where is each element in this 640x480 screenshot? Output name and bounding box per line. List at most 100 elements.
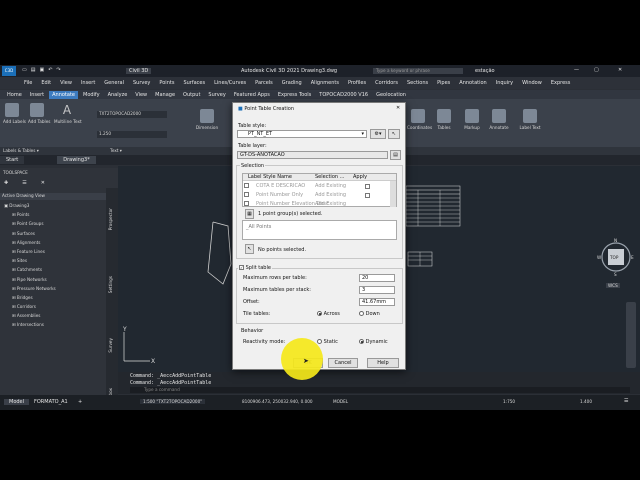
row-apply-checkbox[interactable] xyxy=(365,193,370,198)
text-panel[interactable]: Text ▾ xyxy=(110,148,122,153)
tab-modify[interactable]: Modify xyxy=(80,91,103,99)
redo-icon[interactable]: ↷ xyxy=(56,67,60,73)
menu-inquiry[interactable]: Inquiry xyxy=(496,80,513,86)
menu-sections[interactable]: Sections xyxy=(407,80,428,86)
select-point-groups-button[interactable]: ▦ xyxy=(245,209,254,219)
col-apply[interactable]: Apply xyxy=(353,174,367,180)
markup-button[interactable]: Markup xyxy=(461,109,483,130)
viewcube-south[interactable]: S xyxy=(614,272,617,277)
annotation-scale[interactable]: 1:750 xyxy=(503,399,515,404)
tab-home[interactable]: Home xyxy=(4,91,25,99)
tab-featured-apps[interactable]: Featured Apps xyxy=(231,91,273,99)
menu-view[interactable]: View xyxy=(60,80,72,86)
table-scrollbar[interactable] xyxy=(390,181,396,207)
tab-view[interactable]: View xyxy=(132,91,150,99)
viewcube-west[interactable]: W xyxy=(597,255,601,260)
annotate-button[interactable]: Annotate xyxy=(487,109,511,130)
row-expand-icon[interactable] xyxy=(244,183,249,188)
tree-item[interactable]: ⊞ Sites xyxy=(4,258,56,267)
col-label-style-name[interactable]: Label Style Name xyxy=(248,174,292,180)
down-radio-dot[interactable] xyxy=(359,311,364,316)
labels-tables-panel[interactable]: Labels & Tables ▾ xyxy=(3,148,39,153)
close-icon[interactable]: ✕ xyxy=(618,67,622,73)
model-tab[interactable]: Model xyxy=(4,399,30,405)
table-layer-input[interactable]: GT-DS-ANOTACAO xyxy=(237,151,388,159)
point-group-list[interactable]: _All Points xyxy=(242,220,397,240)
tree-item[interactable]: ⊞ Pipe Networks xyxy=(4,277,56,286)
menu-alignments[interactable]: Alignments xyxy=(311,80,339,86)
row-expand-icon[interactable] xyxy=(244,201,249,206)
tab-drawing3[interactable]: Drawing3* xyxy=(57,156,96,164)
tab-output[interactable]: Output xyxy=(180,91,203,99)
workspace-selector[interactable]: Civil 3D xyxy=(126,68,152,74)
tree-item[interactable]: ⊞ Alignments xyxy=(4,240,56,249)
survey-tab[interactable]: Survey xyxy=(108,338,113,353)
menu-insert[interactable]: Insert xyxy=(81,80,95,86)
tab-manage[interactable]: Manage xyxy=(152,91,178,99)
table-row[interactable]: Point Number Elevation Desc Add Existing xyxy=(243,201,388,207)
tab-insert[interactable]: Insert xyxy=(27,91,47,99)
menu-corridors[interactable]: Corridors xyxy=(375,80,398,86)
tab-express-tools[interactable]: Express Tools xyxy=(275,91,314,99)
toolspace-options-icon[interactable]: ☰ xyxy=(22,180,26,186)
open-icon[interactable]: ▤ xyxy=(31,67,36,73)
dimension-button[interactable]: Dimension xyxy=(193,109,221,130)
static-radio-dot[interactable] xyxy=(317,339,322,344)
menu-lines-curves[interactable]: Lines/Curves xyxy=(214,80,246,86)
menu-general[interactable]: General xyxy=(104,80,124,86)
toolspace-pin-icon[interactable]: ✚ xyxy=(4,180,8,186)
across-radio-dot[interactable] xyxy=(317,311,322,316)
menu-points[interactable]: Points xyxy=(159,80,174,86)
table-row[interactable]: Point Number Only Add Existing xyxy=(243,192,388,200)
prospector-tab[interactable]: Prospector xyxy=(108,208,113,230)
tree-item[interactable]: ⊞ Bridges xyxy=(4,295,56,304)
tab-start[interactable]: Start xyxy=(0,156,25,164)
tables-button[interactable]: Tables xyxy=(434,109,454,130)
tab-annotate[interactable]: Annotate xyxy=(49,90,78,99)
dynamic-radio[interactable]: Dynamic xyxy=(359,339,388,345)
user-name[interactable]: estação xyxy=(475,68,495,74)
table-style-options-button[interactable]: ⚙▾ xyxy=(370,129,386,139)
tree-item[interactable]: ⊞ Points xyxy=(4,212,56,221)
save-icon[interactable]: ▣ xyxy=(39,67,44,73)
menu-express[interactable]: Express xyxy=(551,80,571,86)
app-logo-icon[interactable]: C3D xyxy=(2,66,16,76)
tree-item[interactable]: ▣ Drawing3 xyxy=(4,203,56,212)
label-text-button[interactable]: Label Text xyxy=(516,109,544,130)
wcs-menu[interactable]: WCS xyxy=(606,283,620,288)
settings-tab[interactable]: Settings xyxy=(108,276,113,293)
col-selection[interactable]: Selection ... xyxy=(315,174,344,180)
toolspace-close-icon[interactable]: ✕ xyxy=(41,180,45,186)
tab-survey[interactable]: Survey xyxy=(205,91,228,99)
coordinates-button[interactable]: Coordinates xyxy=(407,109,432,130)
text-height-input[interactable]: 1.250 xyxy=(97,131,167,138)
viewcube-top-label[interactable]: TOP xyxy=(610,255,618,260)
command-input[interactable]: Type a command xyxy=(130,387,630,393)
multiline-text-button[interactable]: A Multiline Text xyxy=(54,103,82,124)
navigation-bar[interactable] xyxy=(626,302,636,368)
menu-grading[interactable]: Grading xyxy=(282,80,302,86)
cancel-button[interactable]: Cancel xyxy=(328,358,358,368)
row-apply-checkbox[interactable] xyxy=(365,184,370,189)
dynamic-radio-dot[interactable] xyxy=(359,339,364,344)
split-table-checkbox-row[interactable]: ✓ Split table xyxy=(238,265,272,271)
table-row[interactable]: COTA E DESCRICAO Add Existing xyxy=(243,183,388,191)
table-layer-button[interactable]: ▤ xyxy=(390,150,401,160)
tile-down-radio[interactable]: Down xyxy=(359,311,380,317)
undo-icon[interactable]: ↶ xyxy=(48,67,52,73)
new-icon[interactable]: ▭ xyxy=(22,67,27,73)
table-style-pick-button[interactable]: ↖ xyxy=(388,129,400,139)
viewcube-north[interactable]: N xyxy=(614,238,617,243)
menu-window[interactable]: Window xyxy=(522,80,542,86)
tab-analyze[interactable]: Analyze xyxy=(105,91,131,99)
split-table-checkbox[interactable]: ✓ xyxy=(239,265,244,270)
static-radio[interactable]: Static xyxy=(317,339,338,345)
tree-item[interactable]: ⊞ Pressure Networks xyxy=(4,286,56,295)
tree-item[interactable]: ⊞ Catchments xyxy=(4,267,56,276)
tree-item[interactable]: ⊞ Surfaces xyxy=(4,231,56,240)
dialog-close-icon[interactable]: ✕ xyxy=(396,105,400,111)
point-group-item[interactable]: _All Points xyxy=(246,224,271,230)
add-layout-icon[interactable]: + xyxy=(78,399,82,405)
menu-parcels[interactable]: Parcels xyxy=(255,80,273,86)
menu-pipes[interactable]: Pipes xyxy=(437,80,450,86)
